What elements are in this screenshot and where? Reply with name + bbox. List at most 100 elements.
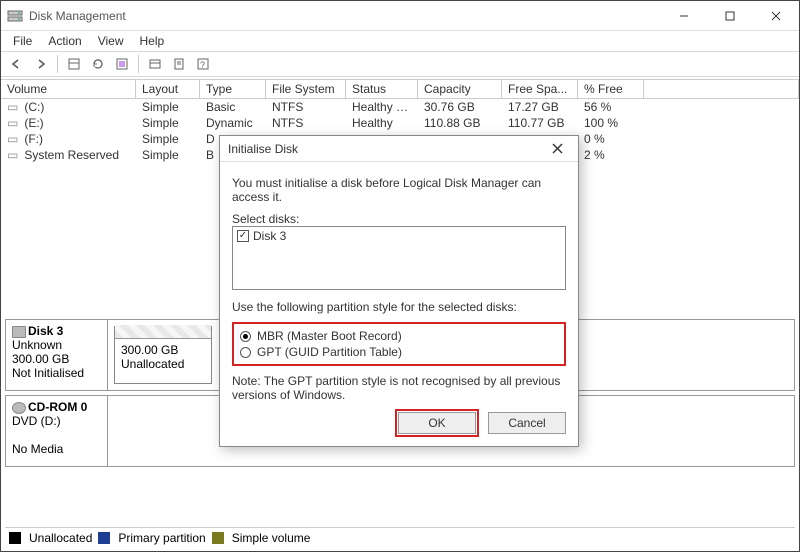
disk-title: Disk 3 xyxy=(28,324,63,338)
refresh-icon[interactable] xyxy=(88,54,108,74)
table-cell: 0 % xyxy=(578,132,644,146)
col-capacity[interactable]: Capacity xyxy=(418,80,502,98)
radio-mbr[interactable]: MBR (Master Boot Record) xyxy=(240,328,558,344)
table-cell: 100 % xyxy=(578,116,644,130)
col-spacer xyxy=(644,80,799,98)
dialog-title: Initialise Disk xyxy=(228,142,544,156)
column-headers: Volume Layout Type File System Status Ca… xyxy=(1,79,799,99)
radio-label: GPT (GUID Partition Table) xyxy=(257,345,402,359)
disk-list-item-label: Disk 3 xyxy=(253,229,286,243)
toolbar-separator xyxy=(57,55,58,73)
partition-header-stripe xyxy=(115,325,211,339)
table-cell: ▭ System Reserved xyxy=(1,148,136,162)
legend-label: Simple volume xyxy=(232,531,311,545)
partition-state: Unallocated xyxy=(121,357,205,371)
partition-style-group: MBR (Master Boot Record) GPT (GUID Parti… xyxy=(232,322,566,366)
app-icon xyxy=(7,8,23,24)
radio-gpt[interactable]: GPT (GUID Partition Table) xyxy=(240,344,558,360)
disk-status: Unknown xyxy=(12,338,101,352)
table-cell: ▭ (F:) xyxy=(1,132,136,146)
menu-help[interactable]: Help xyxy=(134,32,171,50)
col-status[interactable]: Status xyxy=(346,80,418,98)
table-cell: Healthy xyxy=(346,116,418,130)
dialog-note: Note: The GPT partition style is not rec… xyxy=(232,374,566,402)
partition-size: 300.00 GB xyxy=(121,343,205,357)
toolbar-icon[interactable] xyxy=(112,54,132,74)
menu-bar: File Action View Help xyxy=(1,31,799,51)
toolbar-icon[interactable] xyxy=(145,54,165,74)
table-cell: ▭ (C:) xyxy=(1,100,136,114)
toolbar-separator xyxy=(138,55,139,73)
menu-file[interactable]: File xyxy=(7,32,38,50)
disk-status: DVD (D:) xyxy=(12,414,101,428)
initialize-disk-dialog: Initialise Disk You must initialise a di… xyxy=(219,135,579,447)
partition-box[interactable]: 300.00 GB Unallocated xyxy=(114,326,212,384)
table-cell: 110.77 GB xyxy=(502,116,578,130)
minimize-button[interactable] xyxy=(661,1,707,31)
table-cell: 110.88 GB xyxy=(418,116,502,130)
table-cell: ▭ (E:) xyxy=(1,116,136,130)
dialog-close-button[interactable] xyxy=(544,143,570,154)
disk-listbox[interactable]: ✓ Disk 3 xyxy=(232,226,566,290)
col-pctfree[interactable]: % Free xyxy=(578,80,644,98)
col-volume[interactable]: Volume xyxy=(1,80,136,98)
table-cell: Simple xyxy=(136,100,200,114)
table-cell: 17.27 GB xyxy=(502,100,578,114)
disk-icon xyxy=(12,326,26,338)
table-cell: 2 % xyxy=(578,148,644,162)
help-icon[interactable]: ? xyxy=(193,54,213,74)
partition-style-label: Use the following partition style for th… xyxy=(232,300,566,314)
col-filesystem[interactable]: File System xyxy=(266,80,346,98)
legend-label: Unallocated xyxy=(29,531,92,545)
back-button[interactable] xyxy=(7,54,27,74)
menu-action[interactable]: Action xyxy=(42,32,87,50)
table-cell: Simple xyxy=(136,132,200,146)
table-cell: Healthy (B... xyxy=(346,100,418,114)
table-cell: NTFS xyxy=(266,116,346,130)
col-layout[interactable]: Layout xyxy=(136,80,200,98)
disk-init-state: Not Initialised xyxy=(12,366,101,380)
col-free[interactable]: Free Spa... xyxy=(502,80,578,98)
legend-swatch-simple xyxy=(212,532,224,544)
legend-swatch-primary xyxy=(98,532,110,544)
toolbar: ? xyxy=(1,51,799,77)
table-cell: Dynamic xyxy=(200,116,266,130)
menu-view[interactable]: View xyxy=(92,32,130,50)
forward-button[interactable] xyxy=(31,54,51,74)
disk-list-item[interactable]: ✓ Disk 3 xyxy=(237,229,561,243)
table-row[interactable]: ▭ (E:)SimpleDynamicNTFSHealthy110.88 GB1… xyxy=(1,115,799,131)
table-cell: 30.76 GB xyxy=(418,100,502,114)
cdrom-icon xyxy=(12,402,26,414)
svg-text:?: ? xyxy=(200,60,205,70)
table-cell: Simple xyxy=(136,148,200,162)
col-type[interactable]: Type xyxy=(200,80,266,98)
disk-info: CD-ROM 0 DVD (D:) No Media xyxy=(6,396,108,466)
cancel-button[interactable]: Cancel xyxy=(488,412,566,434)
properties-icon[interactable] xyxy=(169,54,189,74)
table-row[interactable]: ▭ (C:)SimpleBasicNTFSHealthy (B...30.76 … xyxy=(1,99,799,115)
legend: Unallocated Primary partition Simple vol… xyxy=(5,527,795,547)
radio-icon xyxy=(240,331,251,342)
legend-swatch-unallocated xyxy=(9,532,21,544)
maximize-button[interactable] xyxy=(707,1,753,31)
table-cell: NTFS xyxy=(266,100,346,114)
dialog-instruction: You must initialise a disk before Logica… xyxy=(232,176,566,204)
legend-label: Primary partition xyxy=(118,531,205,545)
disk-size: 300.00 GB xyxy=(12,352,101,366)
dialog-title-bar: Initialise Disk xyxy=(220,136,578,162)
disk-title: CD-ROM 0 xyxy=(28,400,87,414)
ok-button[interactable]: OK xyxy=(398,412,476,434)
table-cell: Simple xyxy=(136,116,200,130)
disk-info: Disk 3 Unknown 300.00 GB Not Initialised xyxy=(6,320,108,390)
radio-label: MBR (Master Boot Record) xyxy=(257,329,402,343)
disk-blank xyxy=(12,428,101,442)
checkbox-icon[interactable]: ✓ xyxy=(237,230,249,242)
table-cell: Basic xyxy=(200,100,266,114)
title-bar: Disk Management xyxy=(1,1,799,31)
table-cell: 56 % xyxy=(578,100,644,114)
select-disks-label: Select disks: xyxy=(232,212,566,226)
window-title: Disk Management xyxy=(29,9,661,23)
disk-media: No Media xyxy=(12,442,101,456)
close-button[interactable] xyxy=(753,1,799,31)
toolbar-icon[interactable] xyxy=(64,54,84,74)
